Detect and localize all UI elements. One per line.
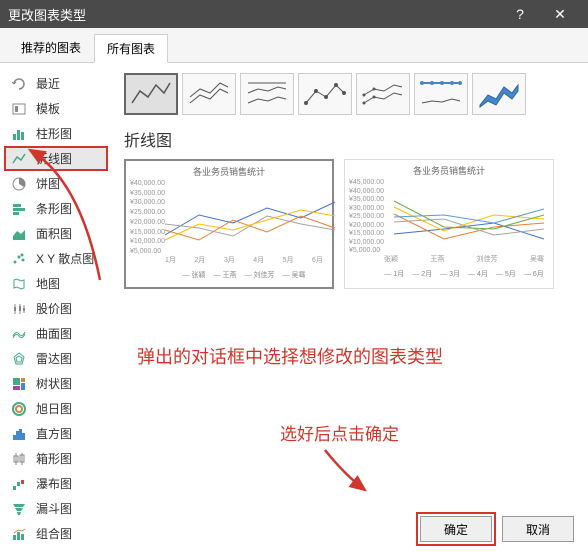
window-title: 更改图表类型 (8, 5, 86, 24)
subtype-3d-line[interactable] (472, 73, 526, 115)
sidebar-label: 雷达图 (36, 350, 72, 367)
sidebar-label: 饼图 (36, 175, 60, 192)
subtype-line[interactable] (124, 73, 178, 115)
box-chart-icon (10, 450, 28, 468)
sidebar-label: 条形图 (36, 200, 72, 217)
sidebar-item-map[interactable]: 地图 (4, 271, 108, 296)
pie-chart-icon (10, 175, 28, 193)
sidebar-label: 树状图 (36, 375, 72, 392)
subtype-thumbnails (124, 73, 576, 115)
sidebar-item-combo[interactable]: 组合图 (4, 521, 108, 546)
sidebar-item-histogram[interactable]: 直方图 (4, 421, 108, 446)
templates-icon (10, 100, 28, 118)
scatter-chart-icon (10, 250, 28, 268)
chart-legend: 张颖王燕刘佳芳吴骞 (165, 270, 323, 280)
subtype-stacked-line-markers[interactable] (356, 73, 410, 115)
sidebar-item-recent[interactable]: 最近 (4, 71, 108, 96)
tab-all[interactable]: 所有图表 (94, 34, 168, 63)
chart-preview-1[interactable]: 各业务员销售统计 ¥40,000.00¥35,000.00¥30,000.00¥… (124, 159, 334, 289)
surface-chart-icon (10, 325, 28, 343)
column-chart-icon (10, 125, 28, 143)
map-chart-icon (10, 275, 28, 293)
chart-title: 各业务员销售统计 (349, 164, 549, 177)
chart-preview-2[interactable]: 各业务员销售统计 ¥45,000.00¥40,000.00¥35,000.00¥… (344, 159, 554, 289)
sidebar-item-radar[interactable]: 雷达图 (4, 346, 108, 371)
sidebar-label: 组合图 (36, 525, 72, 542)
sidebar-label: 面积图 (36, 225, 72, 242)
sidebar-item-area[interactable]: 面积图 (4, 221, 108, 246)
sidebar-item-stock[interactable]: 股价图 (4, 296, 108, 321)
annotation-instruction-1: 弹出的对话框中选择想修改的图表类型 (137, 343, 443, 369)
sidebar-label: 旭日图 (36, 400, 72, 417)
sidebar-label: 地图 (36, 275, 60, 292)
chart-legend: 1月2月3月4月5月6月 (384, 269, 544, 279)
sidebar-label: 最近 (36, 75, 60, 92)
waterfall-chart-icon (10, 475, 28, 493)
sidebar-item-bar[interactable]: 条形图 (4, 196, 108, 221)
close-icon: ✕ (554, 6, 566, 23)
help-button[interactable]: ? (500, 0, 540, 28)
y-axis-labels: ¥45,000.00¥40,000.00¥35,000.00¥30,000.00… (349, 179, 384, 254)
sidebar-item-line[interactable]: 折线图 (4, 146, 108, 171)
x-axis-labels: 张颖王燕刘佳芳吴骞 (384, 254, 544, 264)
combo-chart-icon (10, 525, 28, 543)
sidebar-item-pie[interactable]: 饼图 (4, 171, 108, 196)
sidebar-label: X Y 散点图 (36, 250, 94, 267)
section-title: 折线图 (124, 127, 576, 151)
y-axis-labels: ¥40,000.00¥35,000.00¥30,000.00¥25,000.00… (130, 180, 165, 255)
subtype-line-markers[interactable] (298, 73, 352, 115)
titlebar: 更改图表类型 ? ✕ (0, 0, 588, 28)
sidebar-label: 漏斗图 (36, 500, 72, 517)
annotation-instruction-2: 选好后点击确定 (280, 420, 399, 445)
sidebar-label: 柱形图 (36, 125, 72, 142)
bar-chart-icon (10, 200, 28, 218)
subtype-stacked-line[interactable] (182, 73, 236, 115)
treemap-chart-icon (10, 375, 28, 393)
x-axis-labels: 1月2月3月4月5月6月 (165, 255, 323, 265)
sidebar-item-surface[interactable]: 曲面图 (4, 321, 108, 346)
tab-bar: 推荐的图表 所有图表 (0, 28, 588, 63)
subtype-100stacked-line[interactable] (240, 73, 294, 115)
ok-button[interactable]: 确定 (420, 516, 492, 542)
sunburst-chart-icon (10, 400, 28, 418)
sidebar-label: 瀑布图 (36, 475, 72, 492)
histogram-chart-icon (10, 425, 28, 443)
sidebar-label: 直方图 (36, 425, 72, 442)
subtype-100stacked-line-markers[interactable] (414, 73, 468, 115)
sidebar-item-column[interactable]: 柱形图 (4, 121, 108, 146)
sidebar-label: 模板 (36, 100, 60, 117)
radar-chart-icon (10, 350, 28, 368)
cancel-button[interactable]: 取消 (502, 516, 574, 542)
help-icon: ? (516, 6, 524, 22)
sidebar-item-scatter[interactable]: X Y 散点图 (4, 246, 108, 271)
sidebar-item-templates[interactable]: 模板 (4, 96, 108, 121)
sidebar-item-funnel[interactable]: 漏斗图 (4, 496, 108, 521)
sidebar-item-treemap[interactable]: 树状图 (4, 371, 108, 396)
sidebar-label: 箱形图 (36, 450, 72, 467)
sidebar-label: 曲面图 (36, 325, 72, 342)
sidebar-item-box[interactable]: 箱形图 (4, 446, 108, 471)
funnel-chart-icon (10, 500, 28, 518)
sidebar-item-sunburst[interactable]: 旭日图 (4, 396, 108, 421)
tab-recommended[interactable]: 推荐的图表 (8, 33, 94, 62)
recent-icon (10, 75, 28, 93)
sidebar-label: 股价图 (36, 300, 72, 317)
sidebar-item-waterfall[interactable]: 瀑布图 (4, 471, 108, 496)
sidebar-label: 折线图 (36, 150, 72, 167)
stock-chart-icon (10, 300, 28, 318)
line-chart-icon (10, 150, 28, 168)
close-button[interactable]: ✕ (540, 0, 580, 28)
area-chart-icon (10, 225, 28, 243)
sidebar: 最近 模板 柱形图 折线图 饼图 条形图 面积图 X Y 散点图 地图 股价图 … (0, 63, 112, 508)
chart-title: 各业务员销售统计 (130, 165, 328, 178)
dialog-footer: 确定 取消 (420, 516, 574, 542)
